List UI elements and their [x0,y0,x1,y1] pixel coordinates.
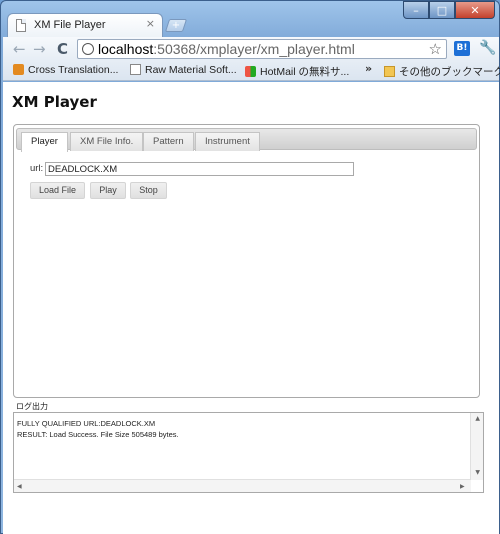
log-text: FULLY QUALIFIED URL:DEADLOCK.XM RESULT: … [17,418,179,440]
address-bar[interactable]: localhost:50368/xmplayer/xm_player.html … [77,39,447,59]
folder-icon [384,66,395,77]
tab-pattern[interactable]: Pattern [143,132,194,151]
url-path: :50368/xmplayer/xm_player.html [153,41,355,57]
back-arrow-icon[interactable]: ← [13,40,26,58]
scroll-right-arrow-icon[interactable]: ▶ [460,483,465,490]
url-label: url: [30,163,44,174]
tab-bar: Player XM File Info. Pattern Instrument [16,128,477,152]
tab-player[interactable]: Player [21,132,68,152]
scroll-down-arrow-icon[interactable]: ▼ [475,469,480,476]
forward-arrow-icon[interactable]: → [33,40,46,58]
windows-icon [245,66,256,77]
new-tab-button[interactable]: + [164,19,188,32]
scroll-up-arrow-icon[interactable]: ▲ [475,415,480,422]
maximize-button[interactable]: □ [429,1,455,19]
bookmark-label: Raw Material Soft... [145,64,237,76]
address-url[interactable]: localhost:50368/xmplayer/xm_player.html [98,41,355,57]
load-file-button[interactable]: Load File [30,182,85,199]
browser-tab[interactable]: XM File Player × [7,13,163,37]
bookmark-label: HotMail の無料サ... [260,66,350,78]
log-line: RESULT: Load Success. File Size 505489 b… [17,430,179,439]
vertical-scrollbar[interactable]: ▲ ▼ [470,413,483,480]
bookmark-label: その他のブックマーク [399,66,500,78]
bookmark-item-cross-translation[interactable]: Cross Translation... [13,64,118,76]
hatena-bookmark-icon[interactable]: B! [454,41,470,56]
log-output[interactable]: FULLY QUALIFIED URL:DEADLOCK.XM RESULT: … [13,412,484,493]
scroll-left-arrow-icon[interactable]: ◀ [17,483,22,490]
tab-xm-file-info[interactable]: XM File Info. [70,132,144,151]
tab-strip: XM File Player × + – □ ✕ [1,1,500,37]
close-window-button[interactable]: ✕ [455,1,495,19]
globe-icon [82,43,94,55]
bookmark-label: Cross Translation... [28,64,119,76]
url-host: localhost [98,41,154,57]
bookmark-item-raw-material[interactable]: Raw Material Soft... [130,64,237,76]
tab-instrument[interactable]: Instrument [195,132,260,151]
bookmarks-bar: Cross Translation... Raw Material Soft..… [3,61,500,81]
bookmark-item-hotmail[interactable]: HotMail の無料サ... [245,64,349,79]
play-button[interactable]: Play [90,182,126,199]
url-input[interactable] [45,162,354,176]
log-label: ログ出力 [16,402,48,411]
page-title: XM Player [12,93,97,111]
page-content: XM Player Player XM File Info. Pattern I… [3,82,499,534]
browser-toolbar: ← → C localhost:50368/xmplayer/xm_player… [3,37,499,61]
wrench-icon[interactable]: 🔧 [479,40,496,56]
tab-close-icon[interactable]: × [146,17,155,30]
minimize-button[interactable]: – [403,1,429,19]
bookmark-star-icon[interactable]: ☆ [429,40,442,58]
plus-icon: + [171,20,181,31]
reload-icon[interactable]: C [57,40,68,58]
tab-title: XM File Player [34,19,106,31]
window-controls: – □ ✕ [403,1,495,19]
bookmarks-overflow-chevron-icon[interactable]: » [365,62,372,75]
page-icon [16,19,26,32]
tabs-panel: Player XM File Info. Pattern Instrument … [13,124,480,398]
page-icon [130,64,141,75]
stop-button[interactable]: Stop [130,182,167,199]
page-bottom-area [3,495,499,534]
horizontal-scrollbar[interactable]: ◀ ▶ [14,479,471,492]
other-bookmarks-folder[interactable]: その他のブックマーク [384,64,500,79]
cross-translation-icon [13,64,24,75]
browser-window: XM File Player × + – □ ✕ ← → C localhost… [0,0,500,534]
log-line: FULLY QUALIFIED URL:DEADLOCK.XM [17,419,156,428]
